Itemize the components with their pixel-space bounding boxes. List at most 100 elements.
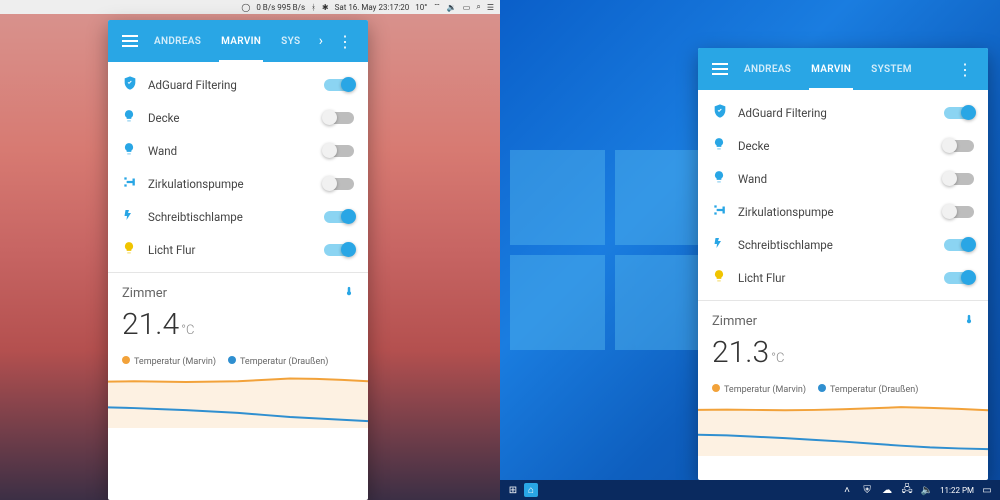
- tab-marvin[interactable]: MARVIN: [801, 48, 861, 90]
- overflow-menu-icon[interactable]: ⋮: [949, 60, 980, 79]
- device-label: Decke: [738, 139, 944, 153]
- bulb-icon: [712, 269, 738, 287]
- dropbox-icon: ✱: [322, 3, 329, 12]
- toggle-switch[interactable]: [944, 173, 974, 185]
- win-taskbar[interactable]: ⊞ ⌂ ˄ ⛨ ☁ 🖧 🔈 11:22 PM ▭: [500, 480, 1000, 500]
- menu-button[interactable]: [116, 35, 144, 47]
- device-row: Licht Flur: [712, 261, 974, 294]
- tab-sys[interactable]: SYS: [271, 20, 310, 62]
- mac-menubar: ◯ 0 B/s 995 B/s ᚼ ✱ Sat 16. May 23:17:20…: [0, 0, 500, 14]
- volume-icon: 🔉: [447, 3, 457, 12]
- device-row: AdGuard Filtering: [122, 68, 354, 101]
- pump-icon: [712, 203, 738, 221]
- bolt-icon: [122, 208, 148, 226]
- start-button[interactable]: ⊞: [506, 483, 520, 497]
- toggle-switch[interactable]: [324, 178, 354, 190]
- toggle-switch[interactable]: [324, 145, 354, 157]
- tray-cloud-icon[interactable]: ☁: [880, 483, 894, 497]
- device-row: AdGuard Filtering: [712, 96, 974, 129]
- device-row: Wand: [122, 134, 354, 167]
- device-label: AdGuard Filtering: [148, 78, 324, 92]
- display-icon: ▭: [463, 3, 471, 12]
- toggle-switch[interactable]: [324, 112, 354, 124]
- device-label: Zirkulationspumpe: [738, 205, 944, 219]
- room-title: Zimmer: [712, 314, 757, 329]
- toggle-switch[interactable]: [944, 239, 974, 251]
- chart-legend: Temperatur (Marvin) Temperatur (Draußen): [122, 356, 354, 367]
- thermometer-icon: [344, 283, 354, 303]
- room-temperature: 21.4°C: [122, 307, 354, 342]
- wifi-icon: ⌔: [433, 2, 441, 12]
- device-label: Licht Flur: [148, 243, 324, 257]
- thermometer-icon: [964, 311, 974, 331]
- legend-item: Temperatur (Marvin): [122, 356, 216, 367]
- tray-shield-icon[interactable]: ⛨: [860, 483, 874, 497]
- device-row: Wand: [712, 162, 974, 195]
- toggle-switch[interactable]: [944, 107, 974, 119]
- windows-logo: [510, 150, 710, 350]
- legend-item: Temperatur (Draußen): [228, 356, 328, 367]
- toggle-switch[interactable]: [324, 211, 354, 223]
- menubar-date: Sat 16. May 23:17:20: [335, 3, 410, 12]
- card-header: ANDREASMARVINSYS › ⋮: [108, 20, 368, 62]
- bulb-icon: [122, 241, 148, 259]
- bulb-icon: [122, 142, 148, 160]
- card-body: AdGuard Filtering Decke Wand Zirkulation…: [698, 90, 988, 301]
- legend-item: Temperatur (Draußen): [818, 384, 918, 395]
- ha-card-mac: ANDREASMARVINSYS › ⋮ AdGuard Filtering D…: [108, 20, 368, 500]
- net-speed: 0 B/s 995 B/s: [256, 3, 305, 12]
- toggle-switch[interactable]: [944, 206, 974, 218]
- tab-bar: ANDREASMARVINSYSTEM: [734, 48, 949, 90]
- ha-card-win: ANDREASMARVINSYSTEM ⋮ AdGuard Filtering …: [698, 48, 988, 480]
- device-row: Zirkulationspumpe: [122, 167, 354, 200]
- bulb-icon: [122, 109, 148, 127]
- device-row: Decke: [712, 129, 974, 162]
- room-section: Zimmer 21.3°C Temperatur (Marvin)Tempera…: [698, 301, 988, 462]
- menu-button[interactable]: [706, 63, 734, 75]
- mac-desktop: ◯ 0 B/s 995 B/s ᚼ ✱ Sat 16. May 23:17:20…: [0, 0, 500, 500]
- tab-andreas[interactable]: ANDREAS: [144, 20, 211, 62]
- card-header: ANDREASMARVINSYSTEM ⋮: [698, 48, 988, 90]
- device-label: Zirkulationspumpe: [148, 177, 324, 191]
- device-row: Decke: [122, 101, 354, 134]
- bulb-icon: [712, 137, 738, 155]
- taskbar-clock[interactable]: 11:22 PM: [940, 486, 974, 495]
- device-label: AdGuard Filtering: [738, 106, 944, 120]
- legend-item: Temperatur (Marvin): [712, 384, 806, 395]
- device-row: Licht Flur: [122, 233, 354, 266]
- device-row: Schreibtischlampe: [712, 228, 974, 261]
- room-section: Zimmer 21.4°C Temperatur (Marvin)Tempera…: [108, 273, 368, 434]
- notification-icon[interactable]: ▭: [980, 483, 994, 497]
- tray-net-icon[interactable]: 🖧: [900, 483, 914, 497]
- bulb-icon: [712, 170, 738, 188]
- room-temperature: 21.3°C: [712, 335, 974, 370]
- device-label: Schreibtischlampe: [148, 210, 324, 224]
- device-label: Decke: [148, 111, 324, 125]
- search-icon[interactable]: ⌕: [476, 2, 480, 12]
- bolt-icon: [712, 236, 738, 254]
- card-body: AdGuard Filtering Decke Wand Zirkulation…: [108, 62, 368, 273]
- chart-legend: Temperatur (Marvin) Temperatur (Draußen): [712, 384, 974, 395]
- toggle-switch[interactable]: [944, 140, 974, 152]
- tab-andreas[interactable]: ANDREAS: [734, 48, 801, 90]
- control-center-icon[interactable]: ☰: [487, 3, 494, 12]
- temperature-chart: [698, 401, 988, 456]
- tray-vol-icon[interactable]: 🔈: [920, 483, 934, 497]
- tab-bar: ANDREASMARVINSYS: [144, 20, 313, 62]
- tab-system[interactable]: SYSTEM: [861, 48, 922, 90]
- toggle-switch[interactable]: [324, 244, 354, 256]
- shield-icon: [122, 75, 148, 95]
- loading-icon: ◯: [241, 3, 250, 12]
- chevron-right-icon[interactable]: ›: [313, 33, 329, 49]
- overflow-menu-icon[interactable]: ⋮: [329, 32, 360, 51]
- menubar-temp: 10°: [415, 3, 427, 12]
- toggle-switch[interactable]: [944, 272, 974, 284]
- toggle-switch[interactable]: [324, 79, 354, 91]
- device-label: Licht Flur: [738, 271, 944, 285]
- tray-up-icon[interactable]: ˄: [840, 483, 854, 497]
- taskbar-app[interactable]: ⌂: [524, 483, 538, 497]
- shield-icon: [712, 103, 738, 123]
- tab-marvin[interactable]: MARVIN: [211, 20, 271, 62]
- win-desktop: ANDREASMARVINSYSTEM ⋮ AdGuard Filtering …: [500, 0, 1000, 500]
- device-label: Schreibtischlampe: [738, 238, 944, 252]
